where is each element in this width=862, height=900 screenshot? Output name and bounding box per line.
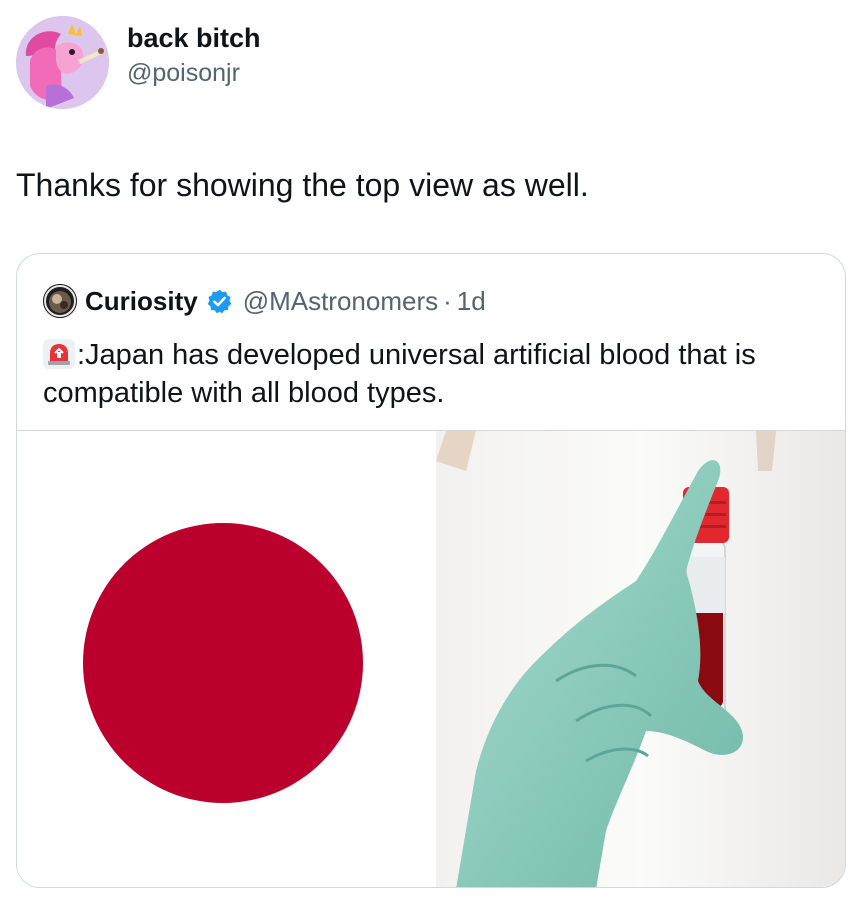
siren-icon	[43, 339, 75, 369]
author-display-name[interactable]: back bitch	[127, 21, 261, 55]
quoted-post-header: Curiosity @MAstronomers · 1d	[43, 284, 486, 318]
quoted-post-card[interactable]: Curiosity @MAstronomers · 1d :Japan has …	[16, 253, 846, 888]
quote-timestamp[interactable]: 1d	[457, 286, 486, 317]
verified-badge-icon	[206, 288, 233, 315]
quote-display-name[interactable]: Curiosity	[85, 286, 198, 317]
separator-dot: ·	[443, 285, 452, 316]
japan-flag-image[interactable]	[17, 431, 436, 887]
cartoon-avatar-icon[interactable]	[16, 16, 109, 109]
media-grid	[17, 430, 845, 887]
author-handle[interactable]: @poisonjr	[127, 57, 261, 89]
post: back bitch @poisonjr Thanks for showing …	[0, 0, 862, 900]
author-names: back bitch @poisonjr	[127, 21, 261, 89]
quoted-post-text: :Japan has developed universal artificia…	[43, 336, 833, 412]
quote-handle[interactable]: @MAstronomers	[243, 286, 438, 317]
post-author[interactable]: back bitch @poisonjr	[16, 16, 261, 109]
quote-avatar[interactable]	[43, 284, 77, 318]
quoted-post-body: :Japan has developed universal artificia…	[43, 339, 756, 409]
post-text: Thanks for showing the top view as well.	[16, 167, 589, 203]
blood-vial-glove-photo[interactable]	[436, 431, 845, 887]
